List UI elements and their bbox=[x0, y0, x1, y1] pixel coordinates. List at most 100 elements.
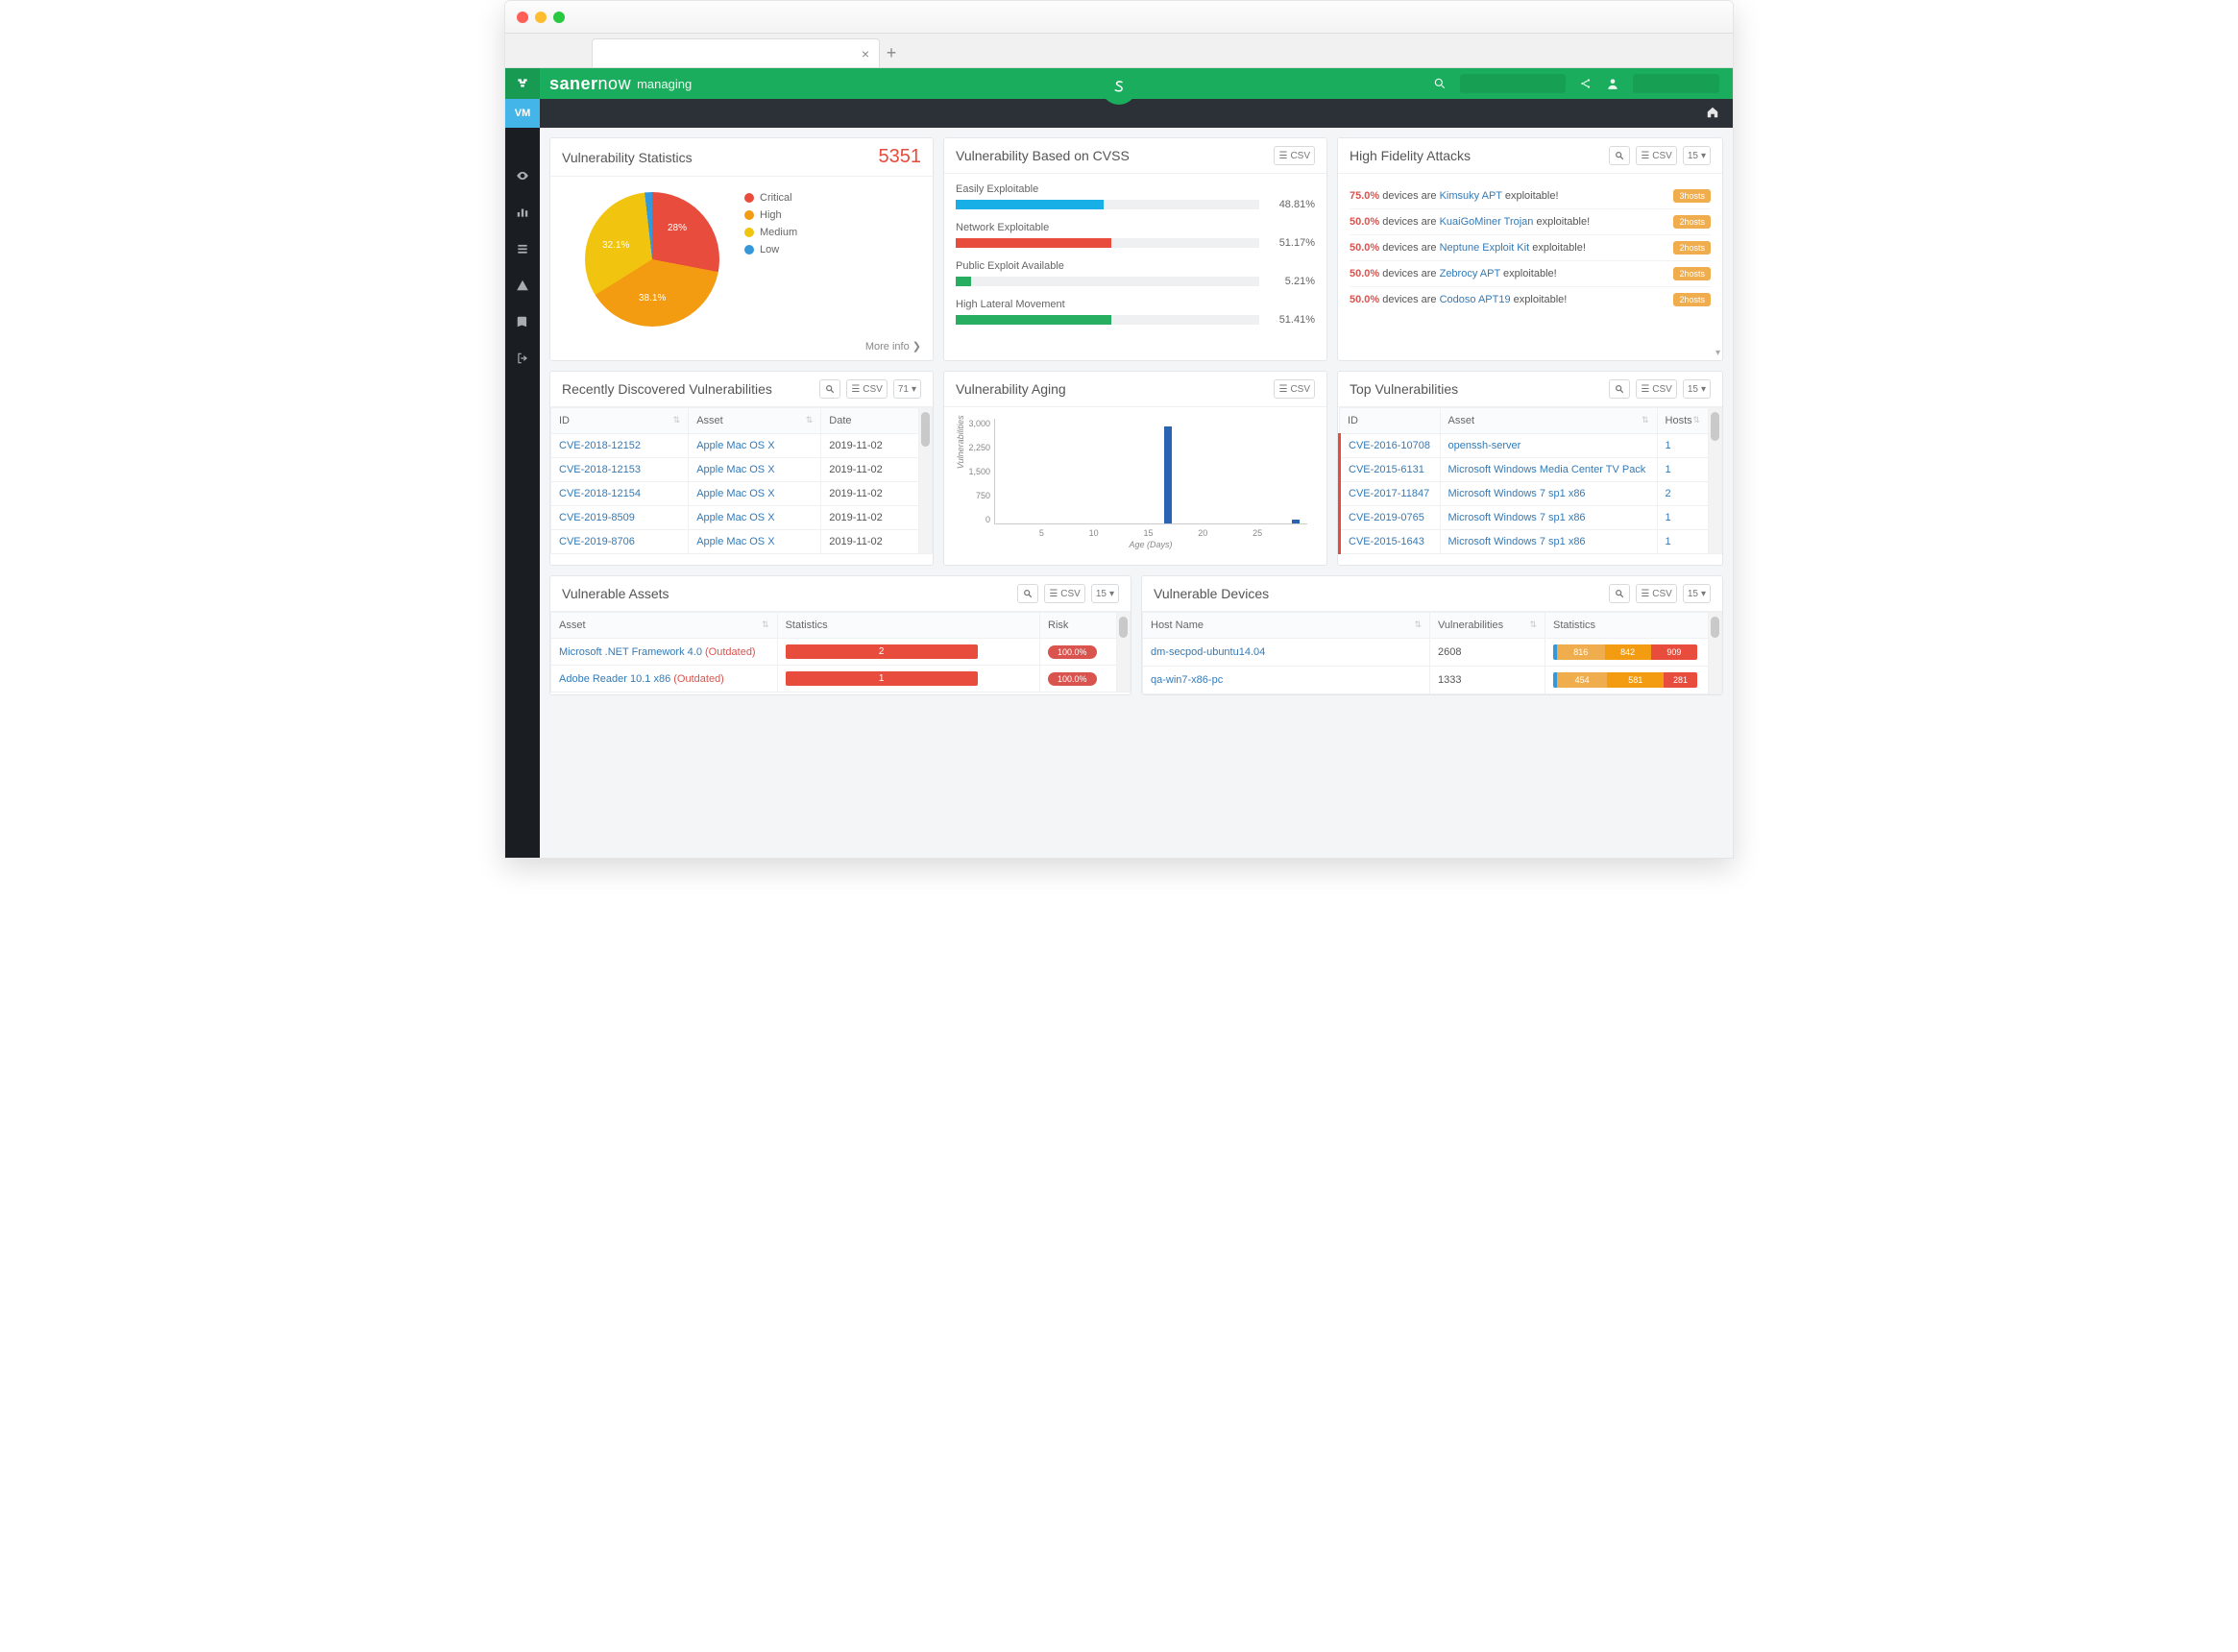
window-minimize-button[interactable] bbox=[535, 12, 547, 23]
hosts-link[interactable]: 1 bbox=[1666, 440, 1671, 451]
host-link[interactable]: dm-secpod-ubuntu14.04 bbox=[1151, 646, 1265, 658]
chevron-down-icon[interactable]: ▾ bbox=[1715, 348, 1720, 358]
stack-seg: 842 bbox=[1605, 644, 1651, 660]
page-size-select[interactable]: 15 ▾ bbox=[1091, 584, 1119, 603]
search-button[interactable] bbox=[1609, 379, 1630, 399]
page-size-select[interactable]: 71 ▾ bbox=[893, 379, 921, 399]
date-cell: 2019-11-02 bbox=[821, 434, 919, 458]
window-maximize-button[interactable] bbox=[553, 12, 565, 23]
scrollbar[interactable] bbox=[1709, 612, 1722, 694]
browser-tab[interactable]: × bbox=[592, 38, 880, 67]
host-link[interactable]: qa-win7-x86-pc bbox=[1151, 674, 1223, 686]
hosts-badge[interactable]: 2hosts bbox=[1673, 267, 1711, 280]
bar-chart-icon[interactable] bbox=[513, 203, 532, 222]
asset-link[interactable]: Apple Mac OS X bbox=[696, 440, 774, 451]
app-menu-button[interactable] bbox=[505, 68, 540, 99]
col-asset[interactable]: Asset⇅ bbox=[551, 613, 778, 639]
attack-link[interactable]: Neptune Exploit Kit bbox=[1440, 242, 1530, 254]
asset-link[interactable]: Microsoft Windows 7 sp1 x86 bbox=[1448, 488, 1586, 499]
col-asset[interactable]: Asset⇅ bbox=[689, 408, 821, 434]
cve-link[interactable]: CVE-2019-8509 bbox=[559, 512, 635, 523]
col-id[interactable]: ID⇅ bbox=[551, 408, 689, 434]
asset-link[interactable]: Apple Mac OS X bbox=[696, 488, 774, 499]
csv-export-button[interactable]: ☰CSV bbox=[1274, 146, 1315, 165]
close-icon[interactable]: × bbox=[862, 46, 869, 61]
asset-link[interactable]: Apple Mac OS X bbox=[696, 536, 774, 547]
search-button[interactable] bbox=[1609, 146, 1630, 165]
asset-link[interactable]: Microsoft Windows 7 sp1 x86 bbox=[1448, 536, 1586, 547]
book-icon[interactable] bbox=[513, 312, 532, 331]
cve-link[interactable]: CVE-2015-1643 bbox=[1349, 536, 1424, 547]
share-icon[interactable] bbox=[1579, 77, 1593, 90]
aging-chart[interactable]: 3,0002,2501,5007500 Vulnerabilities 5101… bbox=[956, 413, 1315, 557]
asset-link[interactable]: Apple Mac OS X bbox=[696, 464, 774, 475]
more-info-link[interactable]: More info ❯ bbox=[550, 336, 933, 360]
cve-link[interactable]: CVE-2019-8706 bbox=[559, 536, 635, 547]
user-icon[interactable] bbox=[1606, 77, 1619, 90]
col-hosts[interactable]: Hosts⇅ bbox=[1657, 408, 1708, 434]
header-search-field[interactable] bbox=[1460, 74, 1566, 93]
hosts-link[interactable]: 1 bbox=[1666, 464, 1671, 475]
asset-link[interactable]: openssh-server bbox=[1448, 440, 1521, 451]
hosts-badge[interactable]: 3hosts bbox=[1673, 189, 1711, 203]
col-date[interactable]: Date bbox=[821, 408, 919, 434]
page-size-select[interactable]: 15 ▾ bbox=[1683, 584, 1711, 603]
window-close-button[interactable] bbox=[517, 12, 528, 23]
asset-link[interactable]: Microsoft Windows Media Center TV Pack bbox=[1448, 464, 1646, 475]
asset-link[interactable]: Adobe Reader 10.1 x86 bbox=[559, 673, 670, 685]
scrollbar[interactable] bbox=[1117, 612, 1131, 692]
hosts-badge[interactable]: 2hosts bbox=[1673, 293, 1711, 306]
search-icon[interactable] bbox=[1433, 77, 1447, 90]
csv-export-button[interactable]: ☰CSV bbox=[1636, 584, 1677, 603]
logout-icon[interactable] bbox=[513, 349, 532, 368]
hosts-badge[interactable]: 2hosts bbox=[1673, 215, 1711, 229]
col-id[interactable]: ID bbox=[1340, 408, 1441, 434]
home-icon[interactable] bbox=[1706, 106, 1719, 122]
asset-link[interactable]: Microsoft Windows 7 sp1 x86 bbox=[1448, 512, 1586, 523]
scrollbar[interactable] bbox=[919, 407, 933, 554]
csv-export-button[interactable]: ☰CSV bbox=[1636, 379, 1677, 399]
search-button[interactable] bbox=[819, 379, 840, 399]
eye-icon[interactable] bbox=[513, 166, 532, 185]
vm-badge[interactable]: VM bbox=[505, 99, 540, 128]
csv-export-button[interactable]: ☰CSV bbox=[846, 379, 888, 399]
sort-icon: ⇅ bbox=[1642, 415, 1649, 425]
search-button[interactable] bbox=[1609, 584, 1630, 603]
csv-export-button[interactable]: ☰CSV bbox=[1636, 146, 1677, 165]
hosts-link[interactable]: 1 bbox=[1666, 512, 1671, 523]
col-asset[interactable]: Asset⇅ bbox=[1440, 408, 1657, 434]
cve-link[interactable]: CVE-2015-6131 bbox=[1349, 464, 1424, 475]
page-size-select[interactable]: 15 ▾ bbox=[1683, 379, 1711, 399]
cve-link[interactable]: CVE-2018-12153 bbox=[559, 464, 641, 475]
new-tab-button[interactable]: + bbox=[880, 43, 903, 67]
csv-export-button[interactable]: ☰CSV bbox=[1044, 584, 1085, 603]
asset-link[interactable]: Microsoft .NET Framework 4.0 bbox=[559, 646, 702, 658]
col-host[interactable]: Host Name⇅ bbox=[1143, 613, 1430, 639]
attack-link[interactable]: Kimsuky APT bbox=[1440, 190, 1502, 202]
col-risk[interactable]: Risk bbox=[1040, 613, 1117, 639]
cve-link[interactable]: CVE-2017-11847 bbox=[1349, 488, 1429, 499]
cve-link[interactable]: CVE-2018-12154 bbox=[559, 488, 641, 499]
col-vuln[interactable]: Vulnerabilities⇅ bbox=[1430, 613, 1545, 639]
cve-link[interactable]: CVE-2019-0765 bbox=[1349, 512, 1424, 523]
list-icon[interactable] bbox=[513, 239, 532, 258]
hosts-link[interactable]: 2 bbox=[1666, 488, 1671, 499]
attack-link[interactable]: KuaiGoMiner Trojan bbox=[1440, 216, 1534, 228]
asset-link[interactable]: Apple Mac OS X bbox=[696, 512, 774, 523]
brand-logo: sanernow bbox=[540, 74, 637, 94]
cve-link[interactable]: CVE-2016-10708 bbox=[1349, 440, 1430, 451]
alert-icon[interactable] bbox=[513, 276, 532, 295]
csv-export-button[interactable]: ☰CSV bbox=[1274, 379, 1315, 399]
search-button[interactable] bbox=[1017, 584, 1038, 603]
col-stats[interactable]: Statistics bbox=[1545, 613, 1709, 639]
scrollbar[interactable] bbox=[1709, 407, 1722, 554]
hosts-badge[interactable]: 2hosts bbox=[1673, 241, 1711, 255]
page-size-select[interactable]: 15 ▾ bbox=[1683, 146, 1711, 165]
cve-link[interactable]: CVE-2018-12152 bbox=[559, 440, 641, 451]
user-menu[interactable] bbox=[1633, 74, 1719, 93]
severity-pie-chart[interactable]: 28% 38.1% 32.1% bbox=[585, 192, 719, 327]
hosts-link[interactable]: 1 bbox=[1666, 536, 1671, 547]
attack-link[interactable]: Codoso APT19 bbox=[1440, 294, 1511, 305]
col-stats[interactable]: Statistics bbox=[777, 613, 1039, 639]
attack-link[interactable]: Zebrocy APT bbox=[1440, 268, 1500, 279]
